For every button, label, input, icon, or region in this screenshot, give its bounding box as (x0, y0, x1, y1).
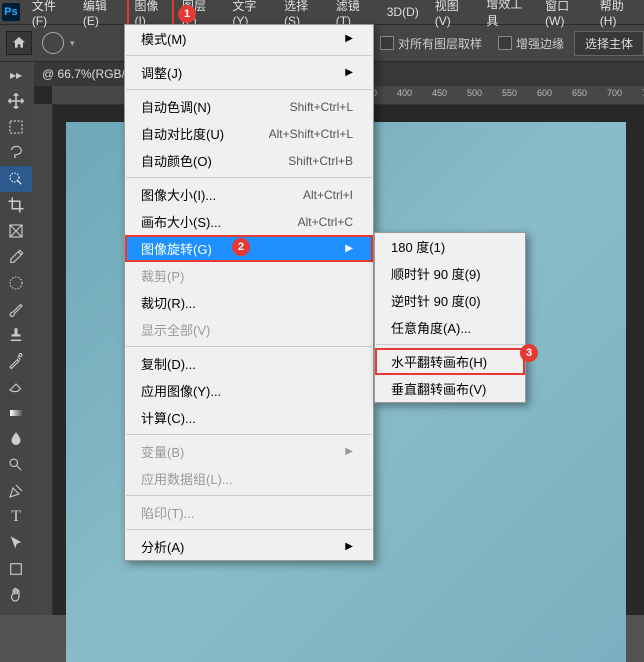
history-brush-tool[interactable] (0, 348, 32, 374)
lasso-tool[interactable] (0, 140, 32, 166)
annotation-badge-1: 1 (178, 5, 196, 23)
menu-trim[interactable]: 裁切(R)... (125, 289, 373, 316)
rotate-arbitrary[interactable]: 任意角度(A)... (375, 314, 525, 341)
menu-crop: 裁剪(P) (125, 262, 373, 289)
select-subject-button[interactable]: 选择主体 (574, 31, 644, 56)
flip-vertical[interactable]: 垂直翻转画布(V) (375, 375, 525, 402)
menu-duplicate[interactable]: 复制(D)... (125, 350, 373, 377)
shape-tool[interactable] (0, 556, 32, 582)
menu-view[interactable]: 视图(V) (427, 0, 479, 31)
menu-adjustments[interactable]: 调整(J)▶ (125, 59, 373, 86)
enhance-edge-checkbox[interactable] (498, 36, 512, 50)
menu-canvas-size[interactable]: 画布大小(S)...Alt+Ctrl+C (125, 208, 373, 235)
annotation-badge-2: 2 (232, 238, 250, 256)
sample-all-checkbox[interactable] (380, 36, 394, 50)
rotate-90-ccw[interactable]: 逆时针 90 度(0) (375, 287, 525, 314)
image-rotation-submenu: 180 度(1) 顺时针 90 度(9) 逆时针 90 度(0) 任意角度(A)… (374, 232, 526, 403)
move-tool[interactable] (0, 88, 32, 114)
hand-tool[interactable] (0, 582, 32, 608)
menu-plugins[interactable]: 增效工具 (478, 0, 537, 32)
menu-mode[interactable]: 模式(M)▶ (125, 25, 373, 52)
enhance-edge-label: 增强边缘 (516, 35, 564, 52)
pen-tool[interactable] (0, 478, 32, 504)
menubar: Ps 文件(F) 编辑(E) 图像(I) 图层(L) 文字(Y) 选择(S) 滤… (0, 0, 644, 25)
collapse-icon[interactable]: ▸▸ (0, 62, 32, 88)
healing-tool[interactable] (0, 270, 32, 296)
menu-calculations[interactable]: 计算(C)... (125, 404, 373, 431)
menu-trap: 陷印(T)... (125, 499, 373, 526)
path-select-tool[interactable] (0, 530, 32, 556)
rotate-90-cw[interactable]: 顺时针 90 度(9) (375, 260, 525, 287)
gradient-tool[interactable] (0, 400, 32, 426)
menu-analysis[interactable]: 分析(A)▶ (125, 533, 373, 560)
menu-edit[interactable]: 编辑(E) (75, 0, 127, 31)
menu-apply-dataset: 应用数据组(L)... (125, 465, 373, 492)
menu-window[interactable]: 窗口(W) (537, 0, 592, 31)
quick-select-tool[interactable] (0, 166, 32, 192)
blur-tool[interactable] (0, 426, 32, 452)
type-tool[interactable]: T (0, 504, 32, 530)
brush-preset[interactable]: ▾ (42, 32, 75, 54)
menu-help[interactable]: 帮助(H) (592, 0, 644, 31)
eyedropper-tool[interactable] (0, 244, 32, 270)
frame-tool[interactable] (0, 218, 32, 244)
flip-horizontal[interactable]: 水平翻转画布(H) (375, 348, 525, 375)
menu-auto-tone[interactable]: 自动色调(N)Shift+Ctrl+L (125, 93, 373, 120)
brush-tool[interactable] (0, 296, 32, 322)
menu-auto-color[interactable]: 自动颜色(O)Shift+Ctrl+B (125, 147, 373, 174)
menu-3d[interactable]: 3D(D) (379, 2, 427, 22)
ruler-vertical (34, 104, 53, 615)
dodge-tool[interactable] (0, 452, 32, 478)
toolbar: ▸▸ T (0, 62, 35, 615)
menu-reveal-all: 显示全部(V) (125, 316, 373, 343)
menu-file[interactable]: 文件(F) (24, 0, 75, 31)
eraser-tool[interactable] (0, 374, 32, 400)
image-menu-dropdown: 模式(M)▶ 调整(J)▶ 自动色调(N)Shift+Ctrl+L 自动对比度(… (124, 24, 374, 561)
ps-logo: Ps (2, 3, 20, 21)
rotate-180[interactable]: 180 度(1) (375, 233, 525, 260)
menu-auto-contrast[interactable]: 自动对比度(U)Alt+Shift+Ctrl+L (125, 120, 373, 147)
tab-title: @ 66.7%(RGB/... (42, 67, 135, 81)
home-icon[interactable] (6, 31, 32, 55)
menu-variables: 变量(B)▶ (125, 438, 373, 465)
stamp-tool[interactable] (0, 322, 32, 348)
crop-tool[interactable] (0, 192, 32, 218)
menu-image-size[interactable]: 图像大小(I)...Alt+Ctrl+I (125, 181, 373, 208)
marquee-tool[interactable] (0, 114, 32, 140)
menu-apply-image[interactable]: 应用图像(Y)... (125, 377, 373, 404)
sample-all-label: 对所有图层取样 (398, 35, 482, 52)
annotation-badge-3: 3 (520, 344, 538, 362)
